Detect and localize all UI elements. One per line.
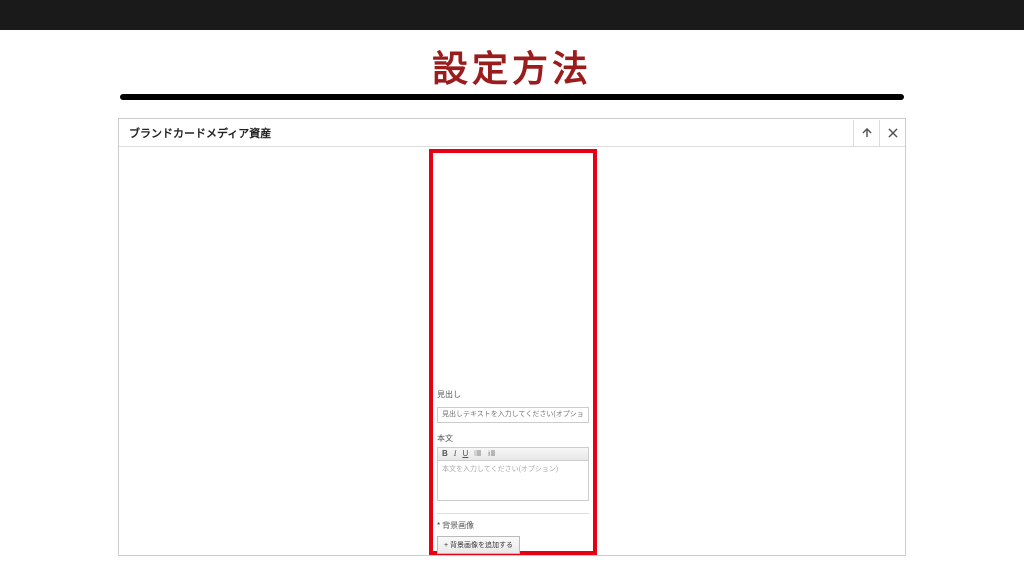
add-bg-image-button[interactable]: + 背景画像を追加する: [437, 536, 520, 554]
bullet-list-button[interactable]: [474, 449, 482, 459]
panel-header: ブランドカードメディア資産: [119, 119, 905, 147]
arrow-up-icon: [860, 126, 874, 140]
divider: [437, 513, 589, 514]
body-label: 本文: [437, 433, 589, 444]
rte-toolbar: B I U: [437, 447, 589, 461]
number-list-button[interactable]: [488, 449, 496, 459]
bg-image-label: 背景画像: [437, 520, 589, 531]
number-list-icon: [488, 449, 496, 457]
underline-button[interactable]: U: [462, 449, 468, 458]
italic-button[interactable]: I: [454, 449, 457, 458]
bullet-list-icon: [474, 449, 482, 457]
panel-title: ブランドカードメディア資産: [119, 125, 281, 141]
headline-input[interactable]: [437, 407, 589, 423]
move-up-button[interactable]: [853, 120, 879, 146]
window-topbar: [0, 0, 1024, 30]
title-underline: [120, 94, 904, 100]
body-textarea[interactable]: 本文を入力してください(オプション): [437, 461, 589, 501]
bold-button[interactable]: B: [442, 449, 448, 458]
panel-actions: [853, 120, 905, 146]
card-form: 見出し 本文 B I U 本文を入力してください(オプション) 背景画像: [437, 383, 589, 554]
close-button[interactable]: [879, 120, 905, 146]
headline-label: 見出し: [437, 389, 589, 400]
panel-body: 見出し 本文 B I U 本文を入力してください(オプション) 背景画像: [119, 147, 905, 555]
brand-card-panel: ブランドカードメディア資産 見出し 本文 B I U: [118, 118, 906, 556]
close-icon: [886, 126, 900, 140]
page-title: 設定方法: [0, 40, 1024, 92]
page-root: 設定方法 ブランドカードメディア資産 見出し 本文 B I: [0, 0, 1024, 573]
